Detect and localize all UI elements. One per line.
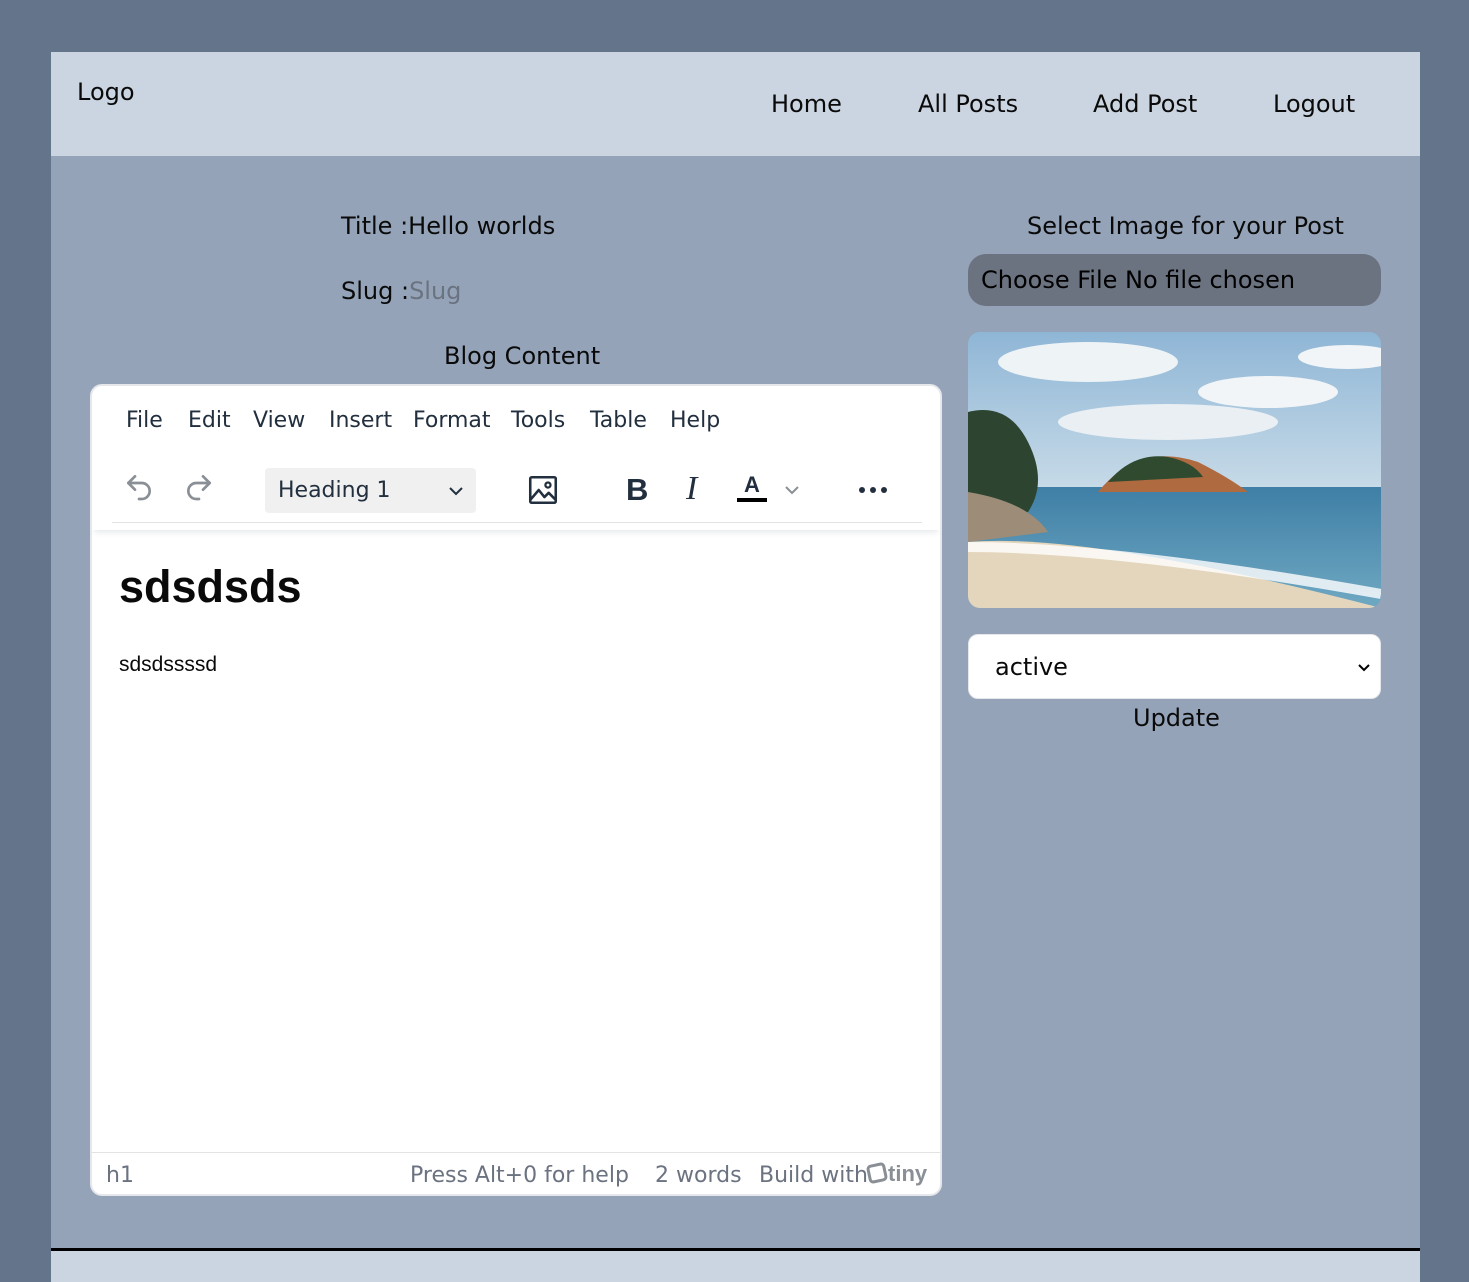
toolbar-divider	[112, 522, 922, 523]
chevron-down-icon	[449, 487, 463, 496]
page-container: Logo Home All Posts Add Post Logout Titl…	[51, 52, 1420, 1282]
more-icon[interactable]	[858, 482, 888, 501]
title-label: Title :	[341, 212, 409, 240]
title-input[interactable]: Hello worlds	[408, 212, 555, 240]
image-file-input[interactable]: Choose File No file chosen	[968, 254, 1381, 306]
main-nav: Home All Posts Add Post Logout	[51, 90, 1420, 124]
update-button[interactable]: Update	[1133, 704, 1220, 732]
nav-logout-button[interactable]: Logout	[1273, 90, 1355, 118]
help-hint: Press Alt+0 for help	[410, 1163, 629, 1188]
rich-text-editor: File Edit View Insert Format Tools Table…	[90, 384, 942, 1196]
slug-input[interactable]: Slug	[409, 277, 461, 305]
image-icon[interactable]	[526, 473, 560, 511]
menu-insert[interactable]: Insert	[329, 408, 392, 433]
editor-content-area[interactable]: sdsdsds sdsdssssd	[119, 561, 919, 677]
editor-menubar: File Edit View Insert Format Tools Table…	[126, 408, 826, 438]
block-format-select[interactable]: Heading 1	[265, 468, 476, 513]
status-select[interactable]: active	[968, 634, 1381, 699]
editor-toolbar: Heading 1 B I A	[92, 456, 940, 530]
tiny-logo[interactable]: tiny	[866, 1161, 927, 1187]
file-input-text: Choose File No file chosen	[981, 266, 1296, 294]
editor-statusbar: h1 Press Alt+0 for help 2 words Build wi…	[92, 1152, 940, 1194]
menu-tools[interactable]: Tools	[511, 408, 565, 433]
slug-field: Slug :Slug	[341, 277, 461, 305]
menu-view[interactable]: View	[253, 408, 305, 433]
nav-all-posts-link[interactable]: All Posts	[918, 90, 1018, 118]
menu-edit[interactable]: Edit	[188, 408, 231, 433]
bold-icon[interactable]: B	[626, 472, 648, 508]
menu-format[interactable]: Format	[413, 408, 491, 433]
header: Logo Home All Posts Add Post Logout	[51, 52, 1420, 156]
status-select-value: active	[995, 653, 1068, 681]
title-field: Title :Hello worlds	[341, 212, 555, 240]
branding-text: Build with	[759, 1163, 868, 1188]
tiny-logo-icon	[866, 1162, 888, 1184]
block-format-value: Heading 1	[278, 478, 391, 503]
svg-text:A: A	[744, 472, 760, 497]
element-path[interactable]: h1	[106, 1163, 134, 1188]
footer	[51, 1248, 1420, 1282]
image-label: Select Image for your Post	[1027, 212, 1344, 240]
text-color-chevron-icon[interactable]	[782, 480, 802, 504]
nav-home-link[interactable]: Home	[771, 90, 842, 118]
beach-image	[968, 332, 1381, 608]
redo-icon[interactable]	[183, 471, 215, 507]
menu-table[interactable]: Table	[590, 408, 647, 433]
slug-label: Slug :	[341, 277, 410, 305]
post-image-preview	[968, 332, 1381, 608]
menu-help[interactable]: Help	[670, 408, 720, 433]
content-paragraph[interactable]: sdsdssssd	[119, 653, 919, 677]
italic-icon[interactable]: I	[686, 470, 697, 508]
nav-add-post-link[interactable]: Add Post	[1093, 90, 1197, 118]
chevron-down-icon	[1358, 664, 1370, 672]
menu-file[interactable]: File	[126, 408, 163, 433]
content-heading[interactable]: sdsdsds	[119, 561, 919, 613]
text-color-icon[interactable]: A	[736, 468, 768, 508]
undo-icon[interactable]	[123, 471, 155, 507]
word-count[interactable]: 2 words	[655, 1163, 742, 1188]
content-label: Blog Content	[444, 342, 601, 370]
